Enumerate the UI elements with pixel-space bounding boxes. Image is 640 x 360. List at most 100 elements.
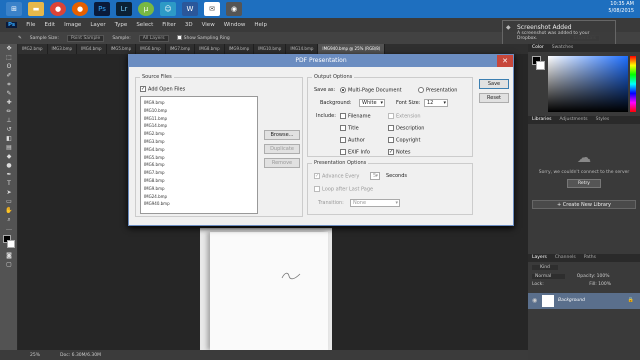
list-item[interactable]: IMG2.bmp bbox=[141, 130, 257, 138]
background-swatch[interactable] bbox=[536, 61, 545, 70]
doc-tab[interactable]: IMG2.bmp bbox=[18, 44, 48, 54]
healing-tool-icon[interactable]: ✚ bbox=[0, 98, 18, 107]
doc-tab[interactable]: IMG9.bmp bbox=[225, 44, 255, 54]
font-size-dropdown[interactable]: 12 bbox=[424, 99, 448, 107]
menu-window[interactable]: Window bbox=[224, 22, 246, 28]
tab-paths[interactable]: Paths bbox=[584, 254, 596, 262]
move-tool-icon[interactable]: ✥ bbox=[0, 44, 18, 53]
sample-dropdown[interactable]: All Layers bbox=[138, 34, 169, 42]
fill-value[interactable]: 100% bbox=[598, 282, 611, 287]
loop-checkbox[interactable]: Loop after Last Page bbox=[314, 186, 373, 193]
quick-select-tool-icon[interactable]: ✐ bbox=[0, 71, 18, 80]
copyright-checkbox[interactable]: Copyright bbox=[388, 137, 420, 144]
filename-checkbox[interactable]: Filename bbox=[340, 113, 371, 120]
gradient-tool-icon[interactable]: ▤ bbox=[0, 143, 18, 152]
quick-mask-icon[interactable]: ◙ bbox=[0, 251, 18, 260]
reset-button[interactable]: Reset bbox=[479, 93, 509, 103]
menu-select[interactable]: Select bbox=[136, 22, 153, 28]
tab-layers[interactable]: Layers bbox=[532, 254, 547, 262]
background-dropdown[interactable]: White bbox=[359, 99, 385, 107]
author-checkbox[interactable]: Author bbox=[340, 137, 365, 144]
advance-seconds-input[interactable]: 5 bbox=[370, 172, 380, 180]
advance-every-checkbox[interactable]: ✓ Advance Every bbox=[314, 173, 359, 180]
doc-tab[interactable]: IMG4.bmp bbox=[77, 44, 107, 54]
blend-mode-dropdown[interactable]: Normal bbox=[532, 274, 566, 279]
description-checkbox[interactable]: Description bbox=[388, 125, 424, 132]
doc-tab-active[interactable]: IMG940.bmp @ 25% (RGB/8) bbox=[318, 44, 386, 54]
visibility-icon[interactable]: ◉ bbox=[532, 297, 537, 304]
menu-layer[interactable]: Layer bbox=[90, 22, 105, 28]
menu-type[interactable]: Type bbox=[115, 22, 128, 28]
windows-start-icon[interactable]: ⊞ bbox=[6, 2, 22, 16]
menu-3d[interactable]: 3D bbox=[185, 22, 193, 28]
list-item[interactable]: IMG9.bmp bbox=[141, 99, 257, 107]
list-item[interactable]: IMG3.bmp bbox=[141, 138, 257, 146]
mail-icon[interactable]: ✉ bbox=[204, 2, 220, 16]
list-item[interactable]: IMG11.bmp bbox=[141, 115, 257, 123]
dodge-tool-icon[interactable]: ● bbox=[0, 161, 18, 170]
screen-mode-icon[interactable]: ▢ bbox=[0, 260, 18, 269]
eyedropper-tool-icon[interactable]: ✎ bbox=[0, 89, 18, 98]
list-item[interactable]: IMG24.bmp bbox=[141, 193, 257, 201]
zoom-level[interactable]: 25% bbox=[30, 353, 40, 358]
retry-button[interactable]: Retry bbox=[567, 179, 601, 188]
shape-tool-icon[interactable]: ▭ bbox=[0, 197, 18, 206]
clock-date[interactable]: 5/08/2015 bbox=[608, 8, 634, 15]
stamp-tool-icon[interactable]: ⊥ bbox=[0, 116, 18, 125]
transition-dropdown[interactable]: None bbox=[350, 199, 400, 207]
clock-time[interactable]: 10:35 AM bbox=[608, 1, 634, 8]
folder-icon[interactable]: ▬ bbox=[28, 2, 44, 16]
tab-libraries[interactable]: Libraries bbox=[532, 116, 551, 124]
blur-tool-icon[interactable]: ◆ bbox=[0, 152, 18, 161]
list-item[interactable]: IMG6.bmp bbox=[141, 161, 257, 169]
path-select-tool-icon[interactable]: ➤ bbox=[0, 188, 18, 197]
hue-slider[interactable] bbox=[630, 56, 636, 112]
background-color[interactable] bbox=[7, 240, 15, 248]
history-brush-icon[interactable]: ↺ bbox=[0, 125, 18, 134]
eyedropper-icon[interactable]: ✎ bbox=[18, 36, 22, 41]
menu-help[interactable]: Help bbox=[254, 22, 267, 28]
file-list[interactable]: IMG9.bmp IMG10.bmp IMG11.bmp IMG14.bmp I… bbox=[140, 96, 258, 214]
brush-tool-icon[interactable]: ✏ bbox=[0, 107, 18, 116]
menu-image[interactable]: Image bbox=[64, 22, 81, 28]
notes-checkbox[interactable]: ✓ Notes bbox=[388, 149, 410, 156]
type-tool-icon[interactable]: T bbox=[0, 179, 18, 188]
eraser-tool-icon[interactable]: ◧ bbox=[0, 134, 18, 143]
utorrent-icon[interactable]: µ bbox=[138, 2, 154, 16]
zoom-tool-icon[interactable]: ⌕ bbox=[0, 215, 18, 224]
menu-file[interactable]: File bbox=[26, 22, 35, 28]
filter-kind-dropdown[interactable]: Kind bbox=[532, 265, 558, 270]
list-item[interactable]: IMG7.bmp bbox=[141, 169, 257, 177]
doc-tab[interactable]: IMG6.bmp bbox=[136, 44, 166, 54]
list-item[interactable]: IMG4.bmp bbox=[141, 146, 257, 154]
duplicate-button[interactable]: Duplicate bbox=[264, 144, 300, 154]
exif-checkbox[interactable]: EXIF Info bbox=[340, 149, 370, 156]
sample-size-dropdown[interactable]: Point Sample bbox=[66, 34, 105, 42]
browse-button[interactable]: Browse... bbox=[264, 130, 300, 140]
doc-tab[interactable]: IMG3.bmp bbox=[48, 44, 78, 54]
create-library-button[interactable]: + Create New Library bbox=[532, 200, 636, 209]
dropbox-notification[interactable]: ◆ Screenshot Added A screenshot was adde… bbox=[502, 20, 616, 46]
color-picker[interactable] bbox=[528, 52, 640, 116]
doc-tab[interactable]: IMG10.bmp bbox=[254, 44, 287, 54]
add-open-files-checkbox[interactable]: ✓ Add Open Files bbox=[140, 86, 185, 93]
menu-filter[interactable]: Filter bbox=[162, 22, 176, 28]
camera-icon[interactable]: ◉ bbox=[226, 2, 242, 16]
list-item[interactable]: IMG5.bmp bbox=[141, 154, 257, 162]
color-swatches[interactable] bbox=[0, 235, 17, 251]
presentation-radio[interactable]: Presentation bbox=[418, 87, 457, 94]
tab-styles[interactable]: Styles bbox=[596, 116, 610, 124]
more-tools-icon[interactable]: … bbox=[0, 224, 18, 233]
extension-checkbox[interactable]: Extension bbox=[388, 113, 421, 120]
firefox-icon[interactable]: ● bbox=[72, 2, 88, 16]
remove-button[interactable]: Remove bbox=[264, 158, 300, 168]
list-item[interactable]: IMG8.bmp bbox=[141, 177, 257, 185]
lasso-tool-icon[interactable]: ʘ bbox=[0, 62, 18, 71]
doc-tab[interactable]: IMG5.bmp bbox=[107, 44, 137, 54]
layer-name[interactable]: Background bbox=[558, 298, 585, 303]
photoshop-icon[interactable]: Ps bbox=[94, 2, 110, 16]
menu-edit[interactable]: Edit bbox=[44, 22, 55, 28]
hand-tool-icon[interactable]: ✋ bbox=[0, 206, 18, 215]
list-item[interactable]: IMG10.bmp bbox=[141, 107, 257, 115]
tab-channels[interactable]: Channels bbox=[555, 254, 576, 262]
